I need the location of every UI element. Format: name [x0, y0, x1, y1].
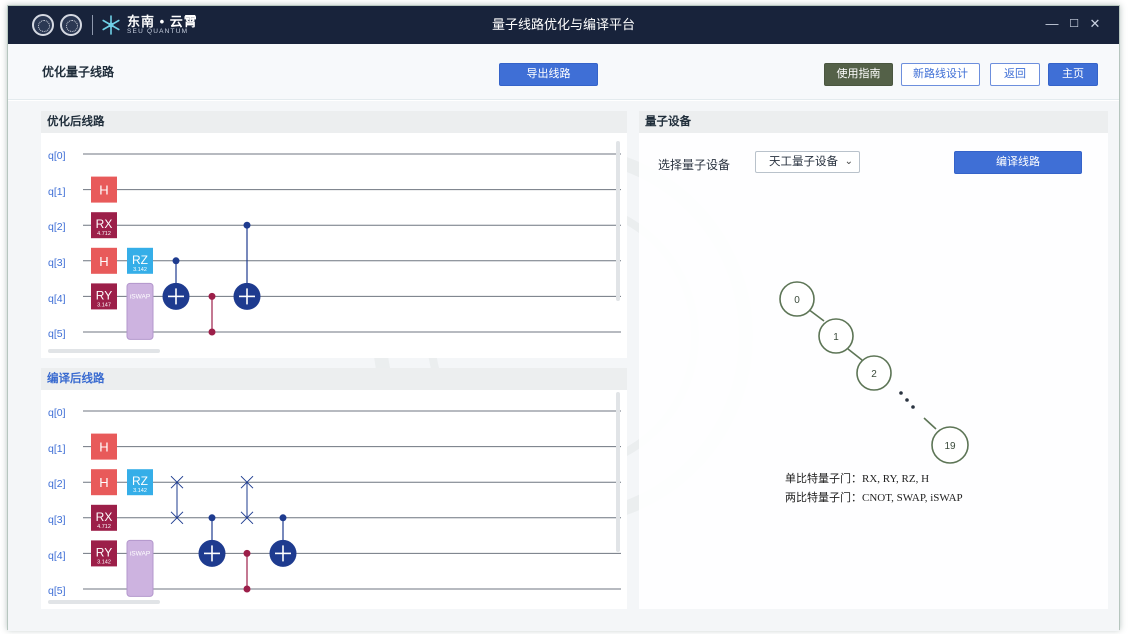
gate-label: RX [96, 217, 113, 231]
topology-node-label: 1 [833, 332, 839, 343]
gate-cnot [233, 221, 261, 310]
user-guide-button[interactable]: 使用指南 [824, 63, 893, 86]
college-seal-icon [60, 14, 82, 36]
gate-cz [243, 549, 251, 593]
toolbar: 优化量子线路 导出线路 使用指南 新路线设计 返回 主页 [8, 44, 1119, 100]
two-qubit-gates-text: 两比特量子门：CNOT, SWAP, iSWAP [785, 492, 963, 504]
cnot-control-dot [243, 221, 251, 229]
gate-label: H [99, 440, 108, 455]
snowflake-logo-icon [102, 15, 120, 35]
gate-swap [170, 475, 184, 525]
gate-rz: RZ3.142 [127, 247, 153, 274]
cz-dot [208, 328, 216, 336]
vertical-scrollbar[interactable] [616, 392, 620, 552]
gate-label: H [99, 475, 108, 490]
gate-label: H [99, 254, 108, 269]
device-select-label: 选择量子设备 [658, 158, 731, 172]
single-qubit-gates-text: 单比特量子门：RX, RY, RZ, H [785, 473, 930, 485]
gate-rx: RX4.712 [91, 504, 117, 531]
gate-h: H [91, 247, 117, 274]
gate-label: iSWAP [130, 550, 150, 557]
chevron-down-icon: ⌄ [844, 156, 853, 167]
logo-area: 东南 • 云霄 SEU QUANTUM [32, 14, 198, 36]
gate-cz [208, 292, 216, 336]
home-button[interactable]: 主页 [1048, 63, 1098, 86]
gate-iswap: iSWAP [126, 282, 154, 340]
horizontal-scrollbar[interactable] [48, 349, 160, 353]
optimized-circuit-panel: 优化后线路 q[0] q[1] q[2] q[3] q[4] q[5] H RX 4… [41, 111, 627, 358]
gate-param: 3.142 [133, 267, 147, 273]
logo-divider [92, 15, 93, 35]
cnot-control-dot [279, 514, 287, 522]
horizontal-scrollbar[interactable] [48, 600, 160, 604]
gate-cnot [269, 514, 297, 567]
gate-cnot [198, 514, 226, 567]
back-button[interactable]: 返回 [990, 63, 1040, 86]
gate-iswap: iSWAP [126, 539, 154, 597]
university-seal-icon [32, 14, 54, 36]
compile-circuit-button[interactable]: 编译线路 [954, 151, 1082, 174]
gate-rz: RZ3.142 [127, 469, 153, 496]
export-circuit-button[interactable]: 导出线路 [499, 63, 598, 86]
brand-text: 东南 • 云霄 SEU QUANTUM [127, 15, 198, 36]
cnot-control-dot [208, 514, 216, 522]
compiled-circuit-panel: 编译后线路 q[0] q[1] q[2] q[3] q[4] q[5] H H RX… [41, 368, 627, 609]
vertical-scrollbar[interactable] [616, 141, 620, 301]
topology-node-label: 0 [794, 295, 800, 306]
cz-dot [208, 292, 216, 300]
device-panel-header: 量子设备 [639, 111, 1108, 133]
gate-cnot [162, 257, 190, 310]
cz-dot [243, 549, 251, 557]
gate-param: 3.142 [97, 559, 111, 565]
device-select-value: 天工量子设备 [769, 156, 838, 168]
gate-ry: RY3.147 [91, 283, 117, 310]
maximize-icon[interactable]: ☐ [1065, 15, 1083, 33]
gate-h: H [91, 433, 117, 460]
optimized-circuit-canvas: H RX4.712 H RY3.147 RZ3.142 iSWAP [83, 153, 621, 340]
topology-node-label: 2 [871, 369, 877, 380]
gate-label: RY [96, 288, 112, 302]
gate-box [126, 539, 154, 597]
gate-param: 4.712 [97, 524, 111, 530]
title-bar: 东南 • 云霄 SEU QUANTUM 量子线路优化与编译平台 — ☐ ✕ [8, 6, 1119, 44]
gate-param: 3.142 [133, 488, 147, 494]
gate-h: H [91, 469, 117, 496]
brand-name: 东南 • 云霄 [127, 13, 198, 29]
close-icon[interactable]: ✕ [1086, 15, 1104, 33]
gate-label: iSWAP [130, 293, 150, 300]
device-topology-graph: 0 1 2 19 [779, 281, 969, 464]
cz-dot [243, 585, 251, 593]
gate-label: RX [96, 510, 113, 524]
device-select[interactable]: 天工量子设备 ⌄ [755, 151, 860, 173]
gate-label: RZ [132, 474, 148, 488]
minimize-icon[interactable]: — [1043, 15, 1061, 33]
cnot-control-dot [172, 257, 180, 265]
gate-label: RZ [132, 253, 148, 267]
gate-rx: RX4.712 [91, 212, 117, 239]
gate-swap [240, 475, 254, 525]
topology-node-label: 19 [944, 441, 956, 452]
gate-label: RY [96, 545, 112, 559]
new-design-button[interactable]: 新路线设计 [901, 63, 980, 86]
gate-box [126, 282, 154, 340]
gate-param: 4.712 [97, 231, 111, 237]
brand-subtitle: SEU QUANTUM [127, 27, 189, 35]
compiled-circuit-canvas: HHRX4.712RY3.142RZ3.142iSWAP [83, 410, 621, 597]
optimized-panel-header: 优化后线路 [41, 111, 627, 133]
gate-h: H [91, 176, 117, 203]
gate-ry: RY3.142 [91, 540, 117, 567]
page-title: 优化量子线路 [42, 65, 115, 79]
compiled-panel-header: 编译后线路 [41, 368, 627, 390]
gate-label: H [99, 183, 108, 198]
gate-param: 3.147 [97, 302, 111, 308]
